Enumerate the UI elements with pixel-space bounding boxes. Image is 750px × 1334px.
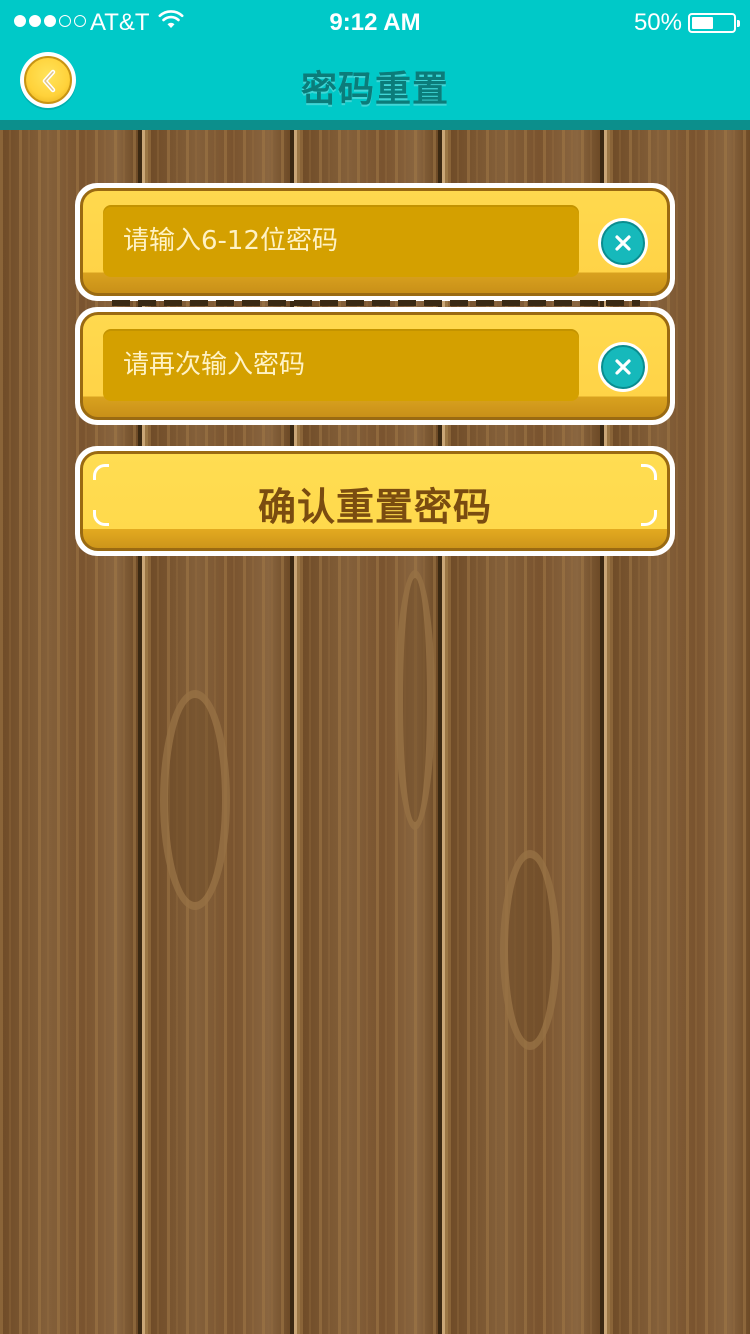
clear-password-button[interactable] (598, 218, 648, 268)
password-card-body (80, 188, 670, 296)
close-icon (615, 235, 631, 251)
confirm-reset-label: 确认重置密码 (257, 485, 492, 529)
clear-button-face (601, 221, 645, 265)
close-icon (615, 359, 631, 375)
dashed-divider (112, 300, 640, 306)
confirm-password-field[interactable] (103, 329, 579, 401)
battery-icon (688, 13, 740, 33)
nav-divider (0, 120, 750, 130)
confirm-password-card-body (80, 312, 670, 420)
wood-knot (500, 850, 560, 1050)
password-input[interactable] (103, 205, 579, 277)
battery-percentage: 50% (633, 9, 682, 36)
clear-button-face (601, 345, 645, 389)
nav-bar: 密码重置 (0, 44, 750, 120)
password-card (75, 183, 675, 301)
wood-knot (160, 690, 230, 910)
wood-knot (395, 570, 435, 830)
status-bar: AT&T 9:12 AM 50% (0, 0, 750, 44)
page-title: 密码重置 (300, 69, 449, 110)
clear-confirm-password-button[interactable] (598, 342, 648, 392)
confirm-button-face: 确认重置密码 (80, 451, 670, 551)
confirm-password-card (75, 307, 675, 425)
confirm-reset-button[interactable]: 确认重置密码 (75, 446, 675, 556)
confirm-password-input[interactable] (103, 329, 579, 401)
password-field[interactable] (103, 205, 579, 277)
